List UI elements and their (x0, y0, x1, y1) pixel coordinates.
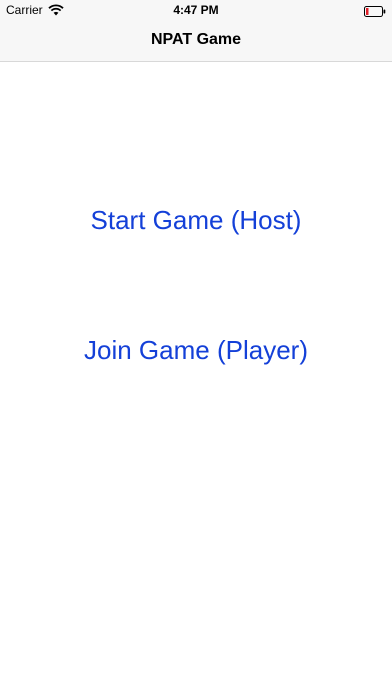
join-game-player-button[interactable]: Join Game (Player) (0, 335, 392, 366)
battery-icon (364, 4, 386, 17)
status-time: 4:47 PM (173, 3, 219, 17)
status-bar: Carrier 4:47 PM (0, 0, 392, 20)
start-game-host-button[interactable]: Start Game (Host) (0, 205, 392, 236)
app-screen: Carrier 4:47 PM NPAT Game Start Game (Ho… (0, 0, 392, 696)
navigation-bar: NPAT Game (0, 20, 392, 62)
page-title: NPAT Game (150, 31, 242, 48)
